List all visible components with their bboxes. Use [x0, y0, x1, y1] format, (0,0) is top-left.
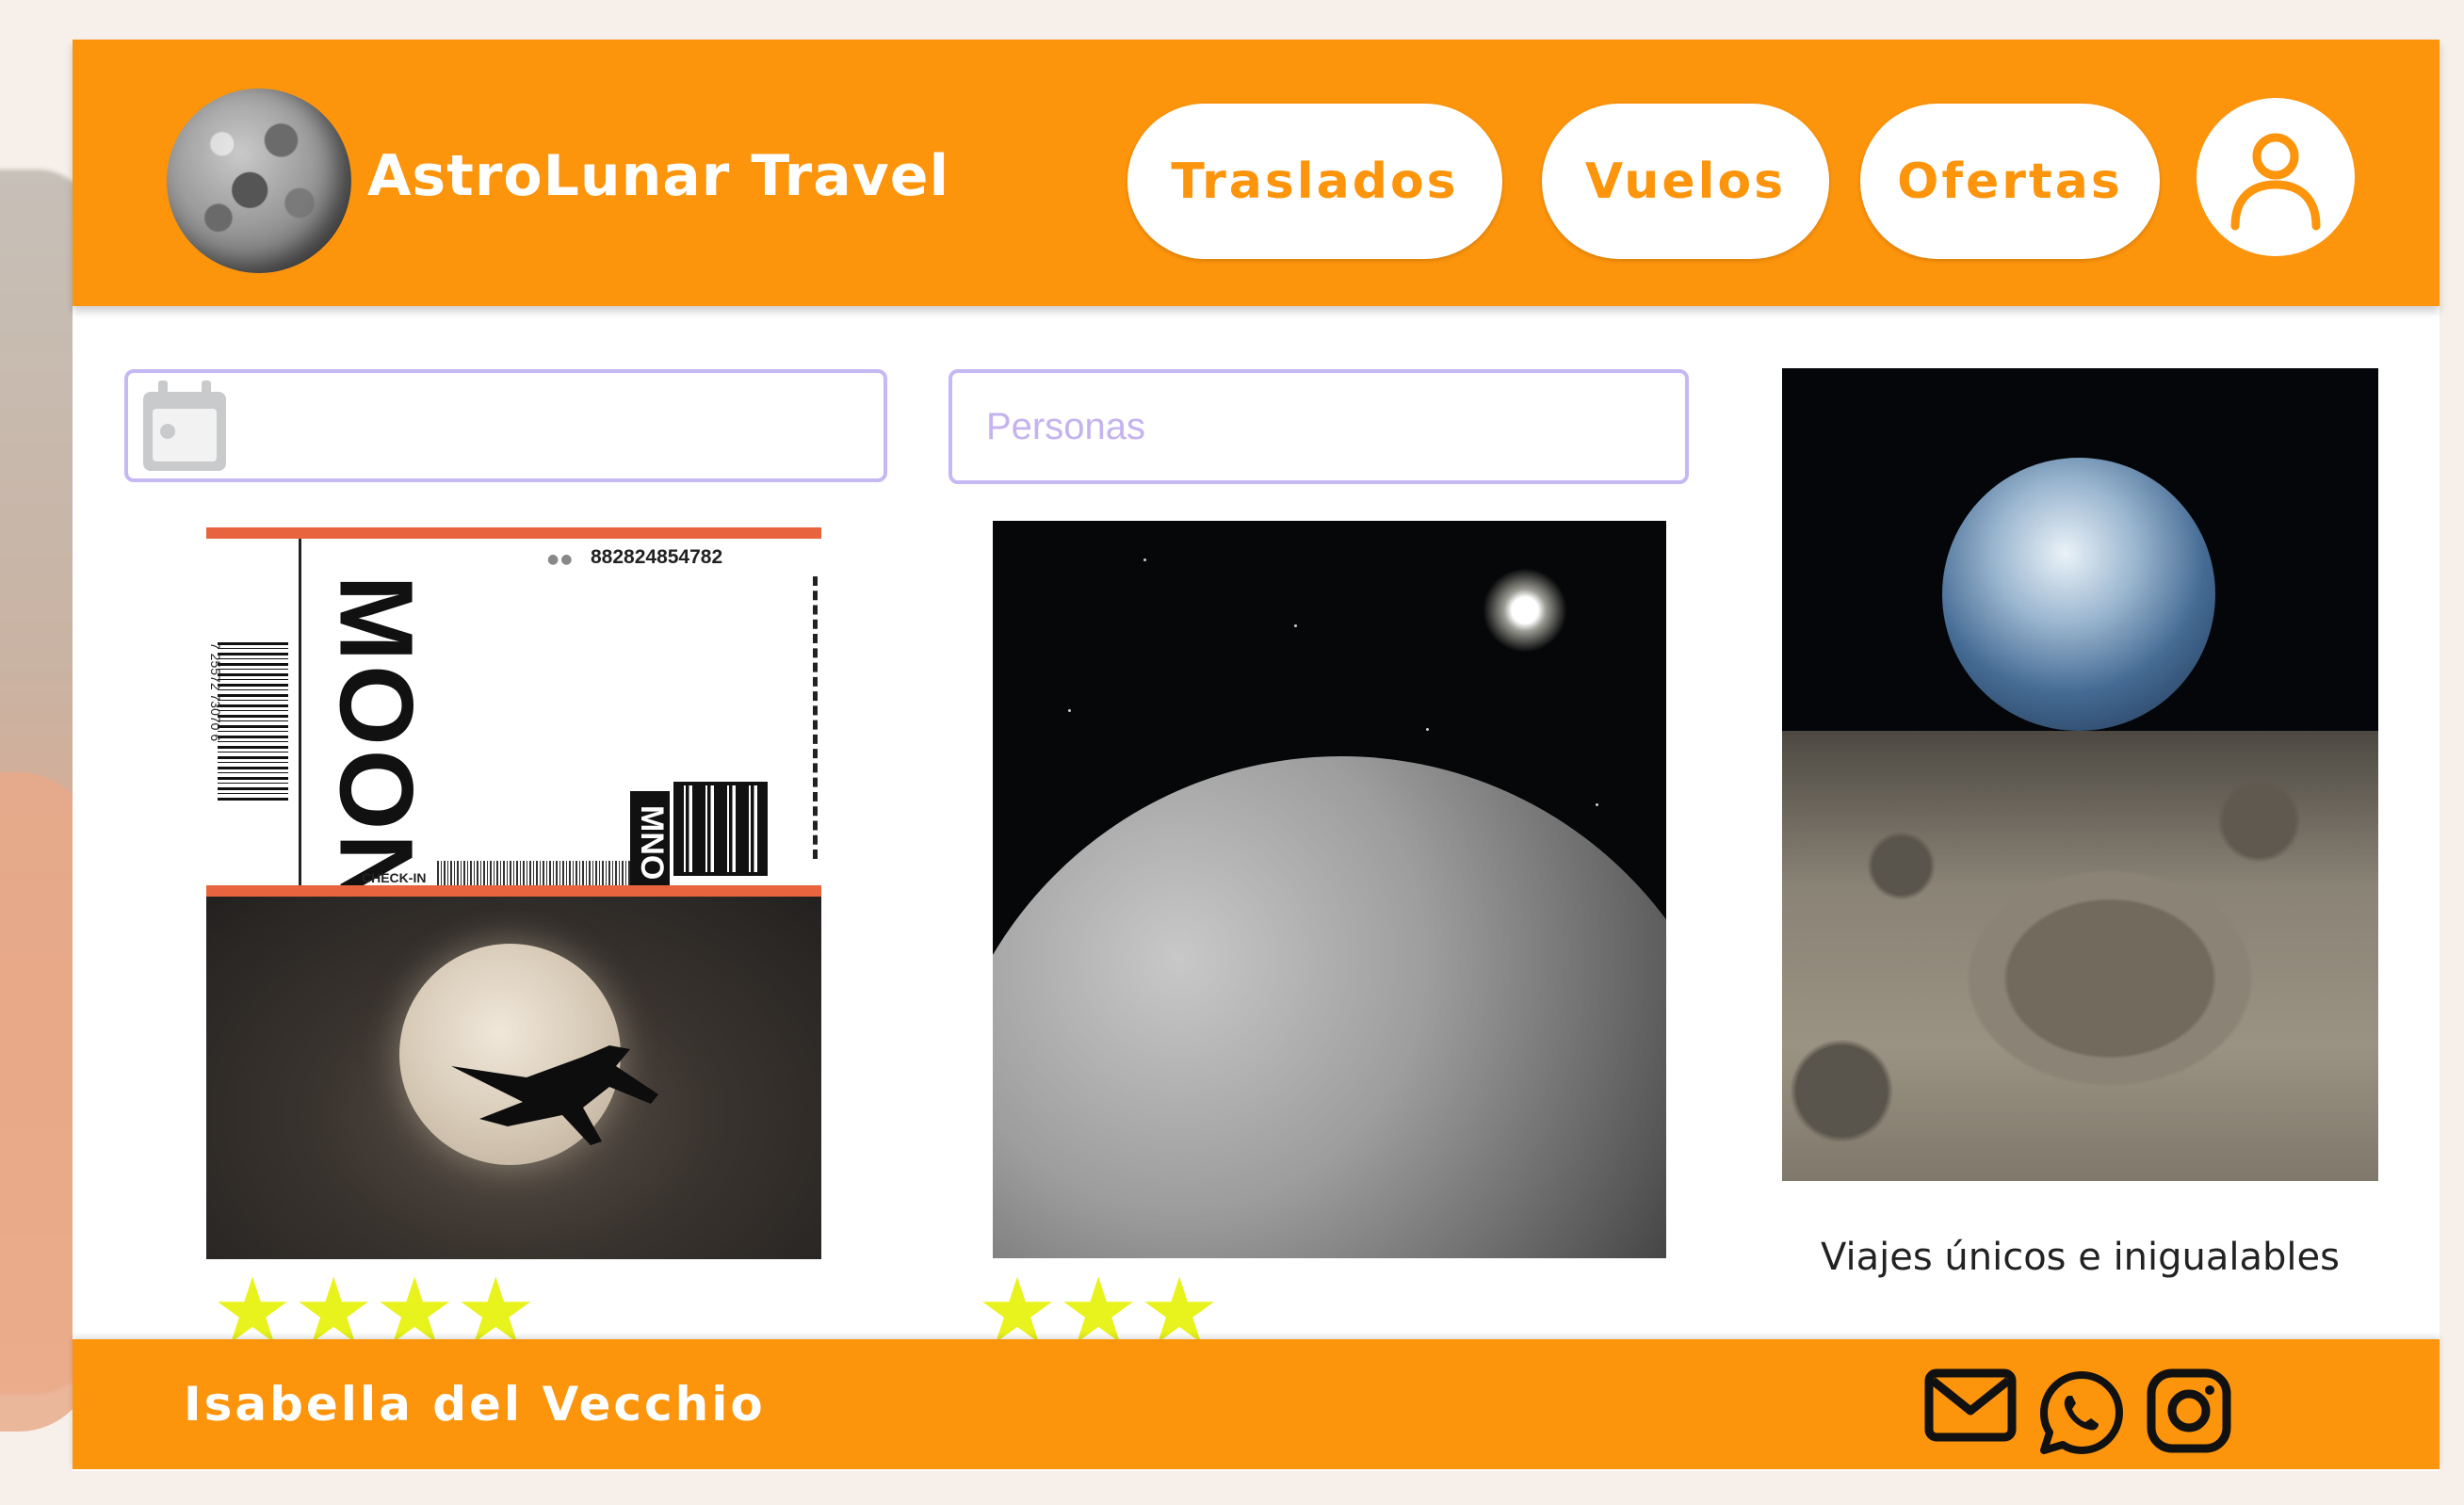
- airplane-icon: [451, 1045, 658, 1145]
- barcode: [218, 642, 288, 802]
- star: [1143, 558, 1146, 561]
- nav-ofertas-button[interactable]: Ofertas: [1860, 104, 2160, 259]
- lunar-ground: [1782, 731, 2378, 1181]
- instagram-icon[interactable]: [2146, 1367, 2232, 1454]
- star: [1068, 709, 1071, 712]
- plane-moon-photo: [206, 897, 821, 1259]
- space-moon-earth-photo: [993, 521, 1666, 1258]
- ticket-perforation: [813, 576, 818, 859]
- earth: [1942, 458, 2215, 731]
- social-icons: [1923, 1367, 2232, 1458]
- brand-title[interactable]: AstroLunar Travel: [367, 134, 949, 218]
- page-card: AstroLunar Travel Traslados Vuelos Ofert…: [73, 40, 2440, 1471]
- footer-author: Isabella del Vecchio: [184, 1377, 766, 1432]
- header: AstroLunar Travel Traslados Vuelos Ofert…: [73, 40, 2440, 306]
- people-input[interactable]: [948, 369, 1689, 484]
- nav-traslados-button[interactable]: Traslados: [1127, 104, 1502, 259]
- footer: Isabella del Vecchio: [73, 1339, 2440, 1469]
- ticket-divider: [299, 539, 301, 885]
- date-picker-field[interactable]: [124, 369, 887, 482]
- calendar-icon[interactable]: [138, 379, 232, 477]
- moon-ticket-image: 7 25572 73070 6 MOON ●● 882824854782 CHE…: [206, 527, 821, 897]
- star: [1426, 728, 1429, 731]
- moon-logo[interactable]: [167, 89, 351, 273]
- star: [1596, 803, 1598, 806]
- profile-button[interactable]: [2197, 98, 2355, 256]
- ticket-checkin-label: CHECK-IN: [362, 870, 427, 885]
- star: [1294, 624, 1297, 627]
- earthrise-caption: Viajes únicos e inigualables: [1821, 1236, 2340, 1279]
- nav-vuelos-button[interactable]: Vuelos: [1542, 104, 1829, 259]
- mail-icon[interactable]: [1923, 1367, 2018, 1443]
- whatsapp-icon[interactable]: [2036, 1367, 2127, 1458]
- earthrise-photo: [1782, 368, 2378, 1181]
- moon-surface: [993, 756, 1666, 1258]
- barcode-number: 7 25572 73070 6: [208, 642, 223, 742]
- ticket-dots: ●●: [547, 552, 575, 567]
- ticket-tag: MNO: [630, 791, 670, 885]
- sun: [1483, 568, 1567, 653]
- user-icon: [2230, 133, 2321, 231]
- ticket-code: 882824854782: [591, 546, 723, 568]
- ticket-barcode-strip: [437, 861, 644, 885]
- qr-code: [673, 782, 768, 876]
- ticket-destination: MOON: [317, 574, 434, 897]
